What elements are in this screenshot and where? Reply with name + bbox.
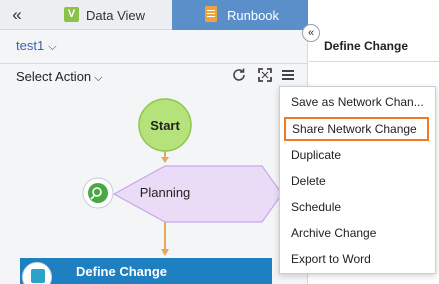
menu-item-schedule[interactable]: Schedule (280, 195, 435, 219)
menu-item-delete[interactable]: Delete (280, 169, 435, 193)
current-step-bar[interactable]: Define Change (20, 258, 272, 284)
current-step-label: Define Change (76, 263, 168, 279)
menu-item-archive-change[interactable]: Archive Change (280, 221, 435, 245)
menu-item-share-network-change[interactable]: Share Network Change (284, 117, 429, 141)
start-node-label[interactable]: Start (139, 118, 191, 133)
actions-menu: Save as Network Chan... Share Network Ch… (279, 86, 436, 274)
connector-arrow (161, 249, 169, 256)
menu-item-duplicate[interactable]: Duplicate (280, 143, 435, 167)
menu-item-save-as-network-change[interactable]: Save as Network Chan... (280, 90, 435, 114)
planning-icon (88, 183, 108, 203)
planning-node-label[interactable]: Planning (125, 185, 205, 200)
menu-item-export-to-word[interactable]: Export to Word (280, 247, 435, 271)
connector-arrow (161, 157, 169, 163)
current-step-icon (22, 262, 52, 284)
expand-panel-icon[interactable]: « (302, 24, 320, 42)
